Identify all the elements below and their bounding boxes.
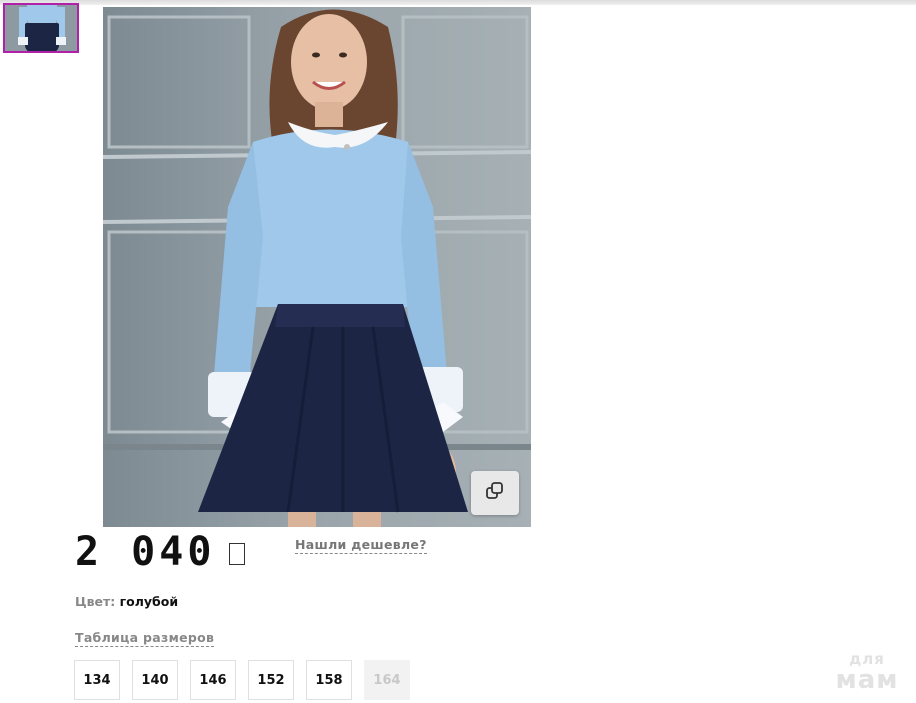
size-option-unavailable: 164 bbox=[364, 660, 410, 700]
size-option[interactable]: 140 bbox=[132, 660, 178, 700]
thumb-cuff bbox=[56, 37, 66, 45]
product-photo-illustration bbox=[103, 7, 531, 527]
zoom-button[interactable] bbox=[471, 471, 519, 515]
thumb-cuff bbox=[18, 37, 28, 45]
size-option[interactable]: 158 bbox=[306, 660, 352, 700]
currency-symbol bbox=[229, 543, 245, 565]
size-table-link[interactable]: Таблица размеров bbox=[75, 630, 215, 647]
size-option[interactable]: 152 bbox=[248, 660, 294, 700]
color-value: голубой bbox=[119, 594, 179, 609]
product-main-image[interactable] bbox=[103, 7, 531, 527]
copy-icon bbox=[485, 481, 505, 505]
size-option[interactable]: 146 bbox=[190, 660, 236, 700]
watermark-line2: мам bbox=[835, 665, 899, 695]
color-row: Цвет: голубой bbox=[75, 594, 178, 609]
site-watermark-logo: для мам bbox=[830, 652, 904, 695]
product-price: 2 040 bbox=[75, 529, 216, 575]
thumb-blouse bbox=[27, 5, 57, 25]
size-selector: 134 140 146 152 158 164 bbox=[74, 660, 410, 700]
color-label: Цвет: bbox=[75, 594, 116, 609]
size-option[interactable]: 134 bbox=[74, 660, 120, 700]
found-cheaper-link[interactable]: Нашли дешевле? bbox=[295, 537, 427, 554]
thumb-skirt bbox=[25, 23, 59, 51]
browser-top-edge bbox=[0, 0, 916, 5]
product-thumbnail[interactable] bbox=[3, 3, 79, 53]
